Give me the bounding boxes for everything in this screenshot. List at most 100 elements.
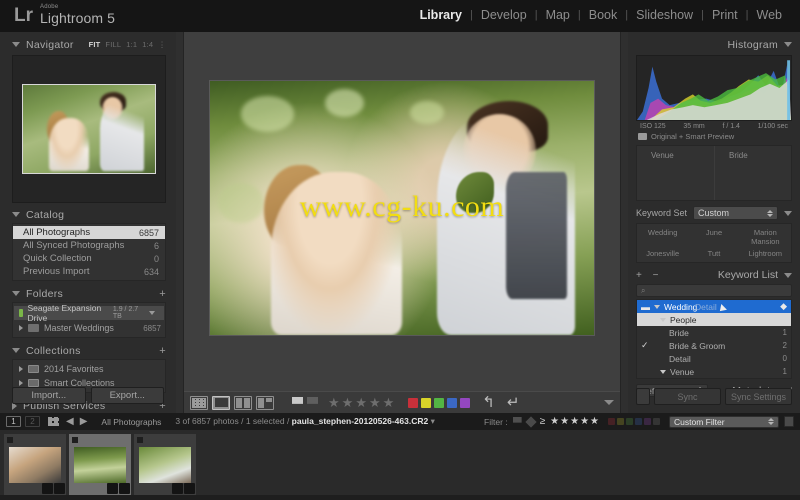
left-panel-resize-handle[interactable]: [176, 32, 184, 413]
thumbnail-crop-icon[interactable]: [184, 483, 195, 494]
filter-color-labels[interactable]: [608, 418, 660, 425]
keyword-sync-icon[interactable]: ◆: [780, 301, 787, 312]
keyword-set-dropdown[interactable]: Custom: [693, 206, 778, 220]
import-button[interactable]: Import...: [12, 387, 86, 404]
color-label-swatches[interactable]: [408, 397, 471, 408]
folder-drive-row[interactable]: Seagate Expansion Drive 1.9 / 2.7 TB: [14, 303, 164, 323]
filmstrip-source-label[interactable]: All Photographs: [101, 417, 161, 427]
rating-star-1[interactable]: ★: [328, 396, 340, 409]
loupe-view-button[interactable]: [212, 395, 230, 410]
keyword-set-cell[interactable]: Wedding: [637, 228, 688, 246]
sync-settings-button[interactable]: Sync Settings: [725, 388, 792, 405]
filter-star-5[interactable]: ★: [590, 416, 599, 427]
thumbnail-keyword-icon[interactable]: [172, 483, 183, 494]
navigator-zoom-1-1[interactable]: 1:1: [126, 40, 137, 49]
folder-item-master-weddings[interactable]: Master Weddings 6857: [13, 321, 165, 335]
filter-color-6[interactable]: [653, 418, 660, 425]
navigator-options-icon[interactable]: ⋮: [158, 40, 166, 49]
flag-reject-icon[interactable]: [307, 397, 318, 408]
sync-mode-toggle[interactable]: [636, 388, 650, 405]
module-slideshow[interactable]: Slideshow: [628, 8, 701, 22]
catalog-item[interactable]: Previous Import 634: [13, 265, 165, 278]
filter-color-5[interactable]: [644, 418, 651, 425]
page-button-1[interactable]: 1: [6, 416, 21, 427]
keyword-tags-box[interactable]: Venue Bride: [636, 145, 792, 201]
navigator-zoom-fill[interactable]: FILL: [105, 40, 121, 49]
color-label-3[interactable]: [434, 397, 445, 408]
rating-star-4[interactable]: ★: [369, 396, 381, 409]
catalog-item[interactable]: All Photographs 6857: [13, 226, 165, 239]
keyword-checkmark-icon[interactable]: ✓: [641, 340, 651, 351]
module-book[interactable]: Book: [581, 8, 626, 22]
export-button[interactable]: Export...: [90, 387, 164, 404]
chevron-right-icon[interactable]: [19, 325, 23, 331]
filter-flag-icon[interactable]: [512, 417, 522, 426]
rating-star-2[interactable]: ★: [342, 396, 354, 409]
navigate-forward-icon[interactable]: ▶: [80, 416, 88, 427]
module-print[interactable]: Print: [704, 8, 746, 22]
rating-star-5[interactable]: ★: [383, 396, 395, 409]
keyword-row[interactable]: Detail 0: [637, 352, 791, 365]
keyword-set-cell[interactable]: Marion Mansion: [740, 228, 791, 246]
navigator-zoom-1-4[interactable]: 1:4: [142, 40, 153, 49]
disclosure-triangle-icon[interactable]: [784, 272, 792, 278]
rating-stars[interactable]: ★ ★ ★ ★ ★: [328, 396, 394, 409]
chevron-right-icon[interactable]: [19, 380, 23, 386]
filmstrip-thumbnail[interactable]: [134, 434, 196, 496]
filter-color-2[interactable]: [617, 418, 624, 425]
keyword-row[interactable]: ✓ Bride & Groom 2: [637, 339, 791, 352]
disclosure-triangle-icon[interactable]: [12, 348, 20, 353]
disclosure-triangle-icon[interactable]: [654, 304, 660, 309]
filter-star-3[interactable]: ★: [570, 416, 579, 427]
survey-view-button[interactable]: [256, 395, 274, 410]
navigate-back-icon[interactable]: ◀: [66, 416, 74, 427]
filter-star-4[interactable]: ★: [580, 416, 589, 427]
flag-pick-icon[interactable]: [292, 397, 303, 408]
filter-color-3[interactable]: [626, 418, 633, 425]
histogram-header[interactable]: Histogram: [636, 36, 792, 53]
chevron-right-icon[interactable]: [19, 366, 23, 372]
rotate-right-icon[interactable]: ↵: [507, 395, 520, 410]
module-develop[interactable]: Develop: [473, 8, 535, 22]
add-remove-keyword-icons[interactable]: + −: [636, 270, 662, 281]
custom-filter-dropdown[interactable]: Custom Filter: [669, 415, 779, 428]
color-label-1[interactable]: [408, 397, 419, 408]
thumbnail-keyword-icon[interactable]: [107, 483, 118, 494]
filmstrip-scrollbar[interactable]: [0, 495, 800, 500]
disclosure-triangle-icon[interactable]: [12, 291, 20, 296]
module-map[interactable]: Map: [538, 8, 578, 22]
filmstrip-thumbnail[interactable]: [69, 434, 131, 496]
navigator-header[interactable]: Navigator FIT FILL 1:1 1:4 ⋮: [12, 36, 166, 53]
disclosure-triangle-icon[interactable]: [12, 42, 20, 47]
filter-color-1[interactable]: [608, 418, 615, 425]
disclosure-triangle-icon[interactable]: [660, 369, 666, 374]
catalog-item[interactable]: All Synced Photographs 6: [13, 239, 165, 252]
right-panel-resize-handle[interactable]: [620, 32, 628, 413]
catalog-item[interactable]: Quick Collection 0: [13, 252, 165, 265]
compare-view-button[interactable]: [234, 395, 252, 410]
page-button-2[interactable]: 2: [25, 416, 40, 427]
keyword-set-cell[interactable]: Jonesville: [637, 249, 688, 258]
toolbar-options-icon[interactable]: [604, 400, 614, 405]
keyword-set-cell[interactable]: June: [688, 228, 739, 246]
grid-view-button[interactable]: [190, 395, 208, 410]
filter-star-1[interactable]: ★: [550, 416, 559, 427]
thumbnail-crop-icon[interactable]: [119, 483, 130, 494]
add-folder-icon[interactable]: +: [159, 288, 166, 299]
module-web[interactable]: Web: [749, 8, 790, 22]
main-photo[interactable]: www.cg-ku.com: [209, 80, 595, 336]
keyword-set-cell[interactable]: Tutt: [688, 249, 739, 258]
disclosure-triangle-icon[interactable]: [12, 212, 20, 217]
collections-header[interactable]: Collections +: [12, 342, 166, 359]
sync-button[interactable]: Sync: [654, 388, 721, 405]
thumbnail-crop-icon[interactable]: [54, 483, 65, 494]
add-collection-icon[interactable]: +: [159, 345, 166, 356]
thumbnail-keyword-icon[interactable]: [42, 483, 53, 494]
keyword-set-cell[interactable]: Lightroom: [740, 249, 791, 258]
color-label-5[interactable]: [460, 397, 471, 408]
rotate-left-icon[interactable]: ↰: [482, 395, 495, 410]
keyword-row[interactable]: Bride 1: [637, 326, 791, 339]
navigator-preview[interactable]: [12, 55, 166, 203]
folders-header[interactable]: Folders +: [12, 285, 166, 302]
filter-color-4[interactable]: [635, 418, 642, 425]
